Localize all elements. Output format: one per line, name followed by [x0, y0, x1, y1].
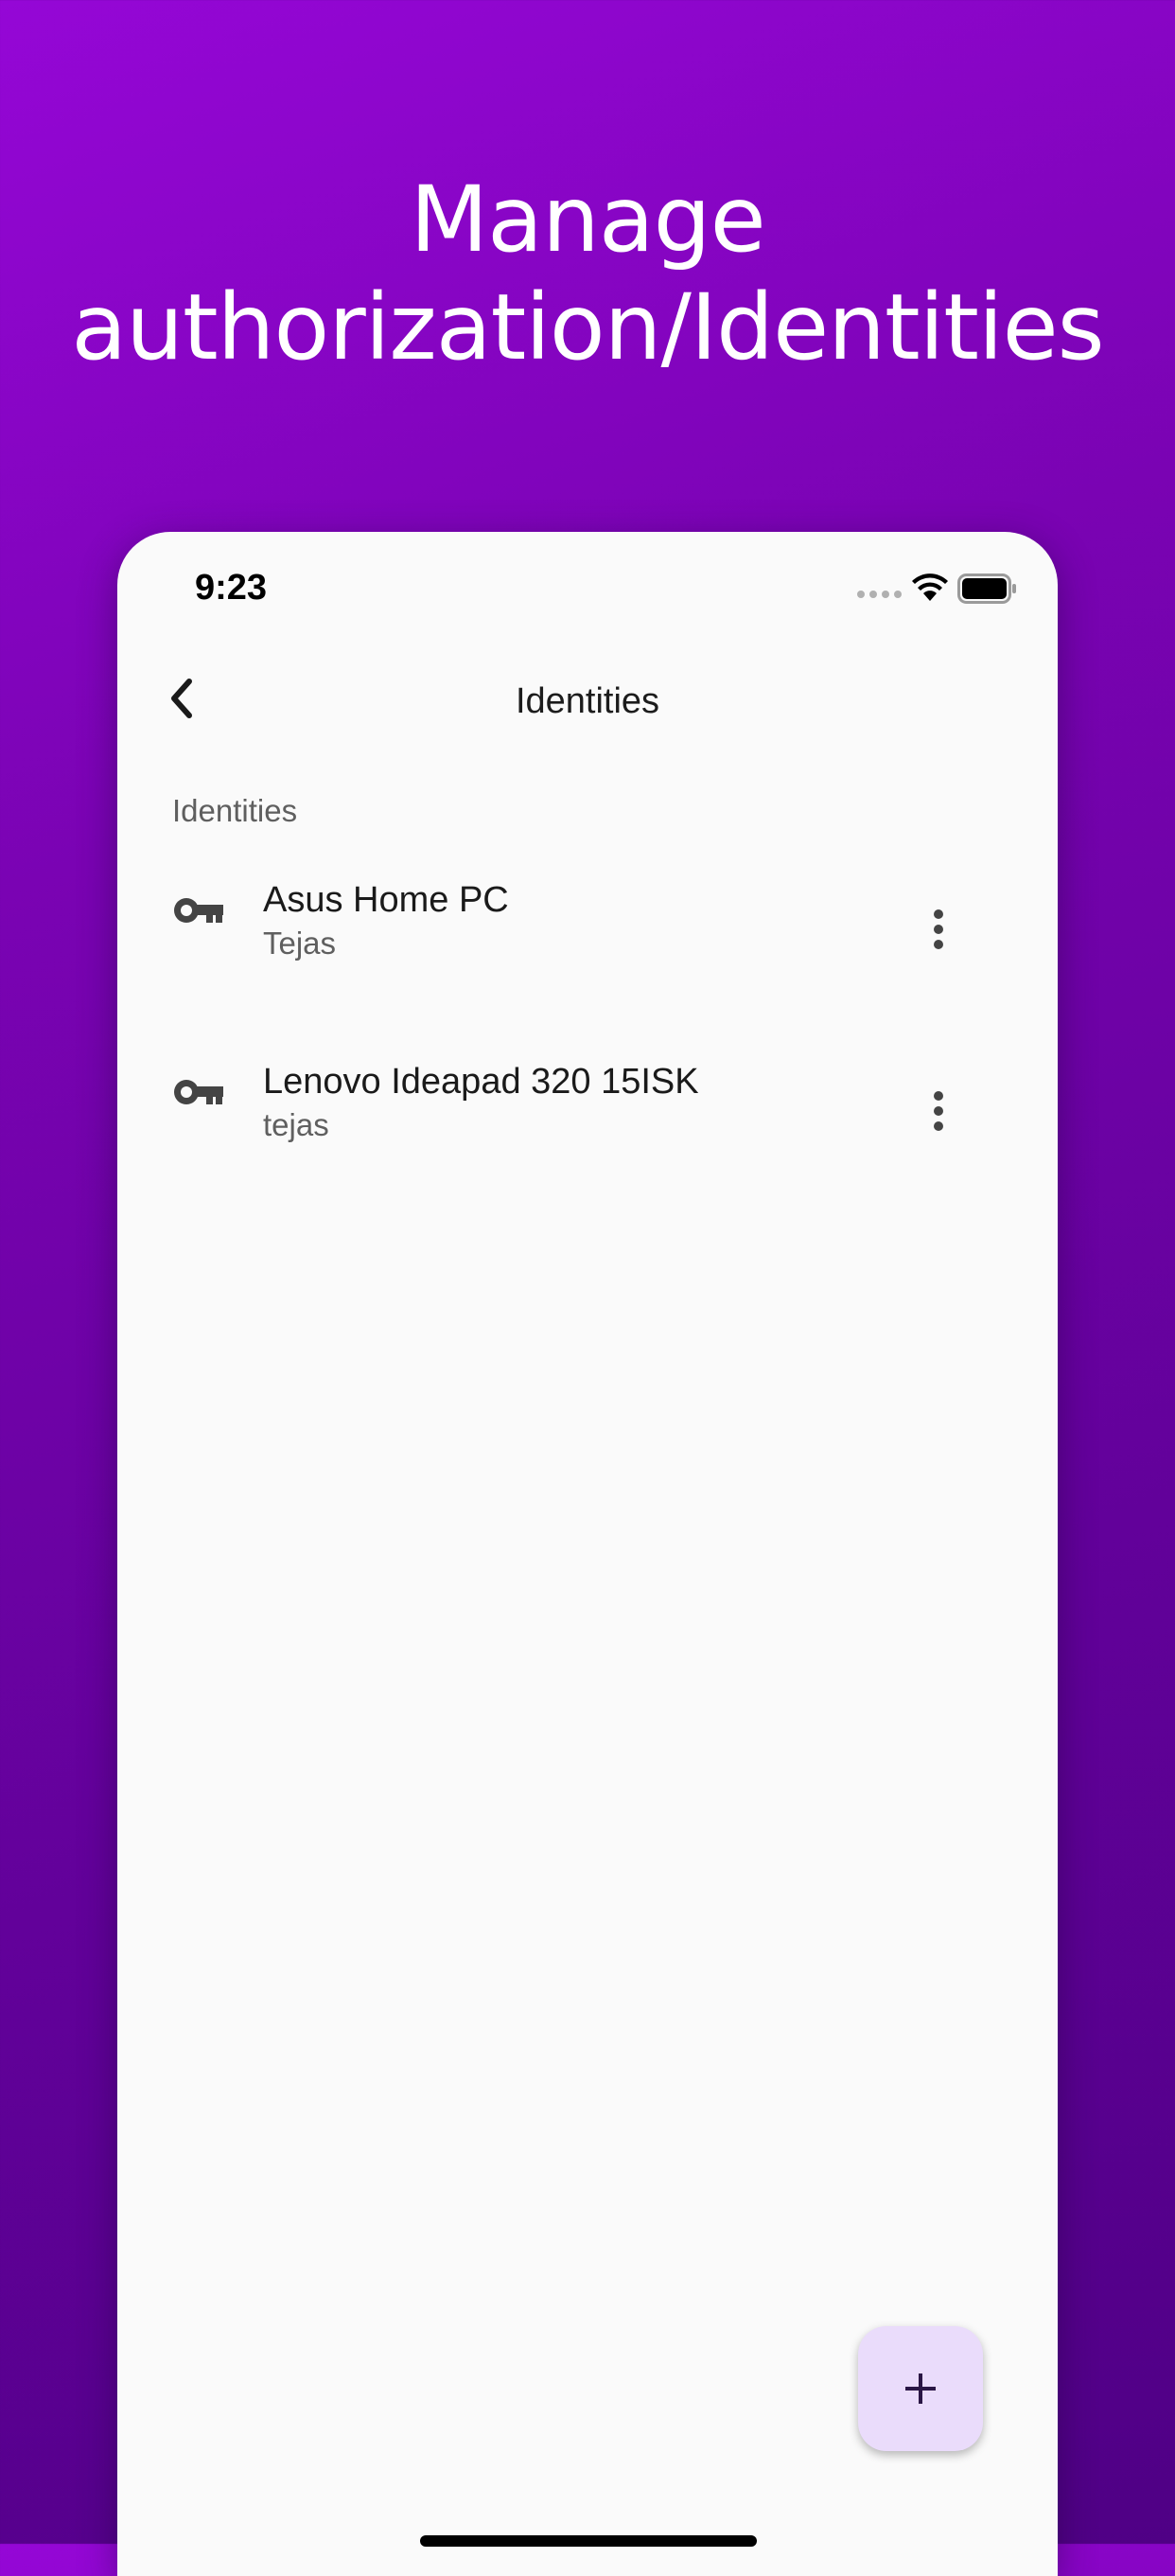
identity-user: Tejas — [263, 926, 337, 961]
page-title: Identities — [515, 681, 660, 721]
headline-line-2: authorization/Identities — [71, 274, 1104, 380]
battery-icon — [957, 573, 1016, 604]
phone-screen: 9:23 Identities Identities Asus Home PC … — [117, 532, 1058, 2576]
home-indicator[interactable] — [420, 2535, 757, 2547]
promo-headline: Manage authorization/Identities — [0, 166, 1175, 381]
more-vert-icon — [934, 909, 943, 949]
more-options-button[interactable] — [918, 1069, 959, 1153]
status-bar: 9:23 — [117, 532, 1058, 645]
identity-name: Asus Home PC — [263, 880, 509, 920]
wifi-icon — [912, 573, 948, 601]
add-identity-button[interactable] — [858, 2326, 983, 2451]
headline-line-1: Manage — [410, 167, 765, 273]
identity-name: Lenovo Ideapad 320 15ISK — [263, 1062, 699, 1102]
cellular-signal-icon — [857, 591, 902, 598]
app-bar: Identities — [117, 645, 1058, 759]
identity-item-lenovo-ideapad[interactable]: Lenovo Ideapad 320 15ISK tejas — [117, 1062, 1058, 1274]
plus-icon — [905, 2373, 936, 2404]
key-icon — [174, 1080, 223, 1104]
more-vert-icon — [934, 1091, 943, 1131]
section-header: Identities — [172, 793, 298, 828]
key-icon — [174, 898, 223, 923]
more-options-button[interactable] — [918, 888, 959, 971]
identity-user: tejas — [263, 1107, 329, 1142]
identity-list: Asus Home PC Tejas Lenovo Ideapad 320 15… — [117, 880, 1058, 1274]
status-time: 9:23 — [195, 568, 268, 608]
